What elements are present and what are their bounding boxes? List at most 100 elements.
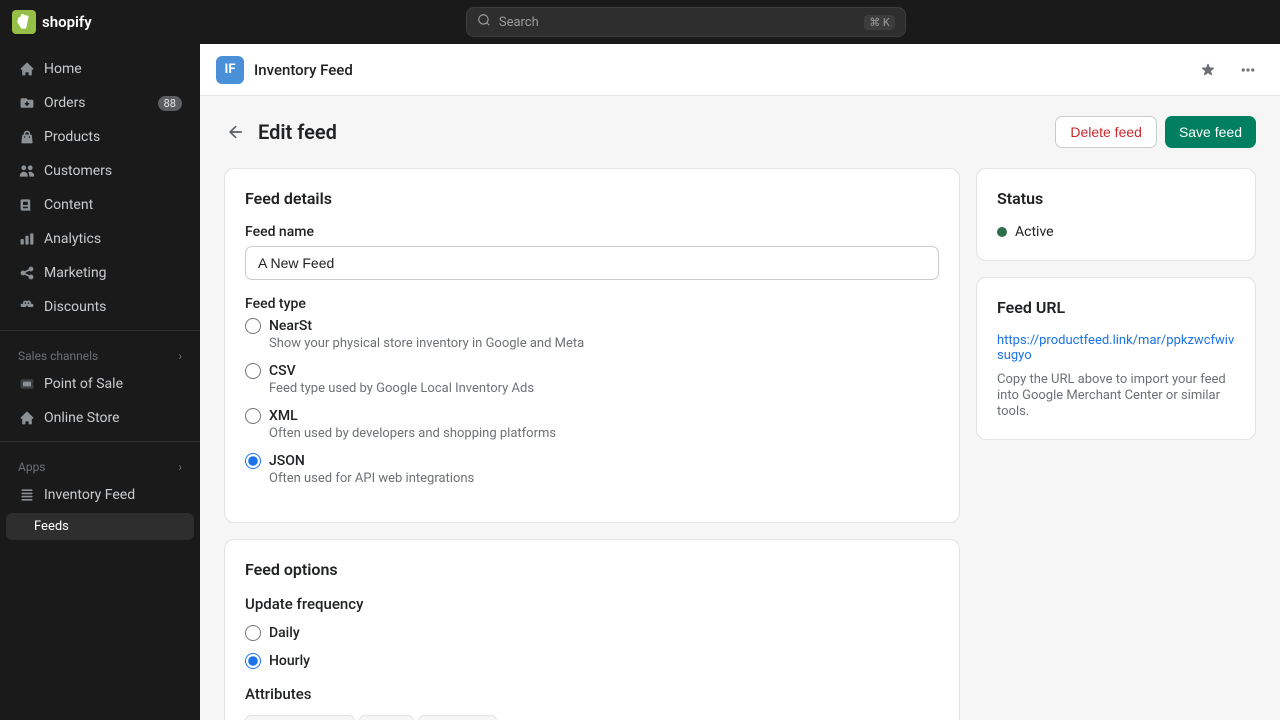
status-card-title: Status (997, 189, 1235, 208)
feed-type-nearst-text: NearSt (269, 318, 312, 334)
search-kbd: ⌘ K (864, 15, 895, 30)
sidebar-item-analytics-label: Analytics (44, 231, 101, 247)
status-dot (997, 227, 1007, 237)
sidebar-divider-1 (0, 330, 200, 331)
attribute-id: id (359, 715, 415, 720)
page-title: Edit feed (258, 120, 337, 144)
customers-icon (18, 162, 36, 180)
page-header-actions: Delete feed Save feed (1055, 116, 1256, 148)
back-button[interactable] (224, 120, 248, 144)
attribute-storename: storeName (245, 715, 355, 720)
update-frequency-group: Update frequency Daily (245, 595, 939, 669)
frequency-hourly-radio[interactable] (245, 653, 261, 669)
feed-type-json-text: JSON (269, 453, 305, 469)
feed-type-csv-radio[interactable] (245, 363, 261, 379)
sidebar: Home Orders 88 Products Customers Cont (0, 44, 200, 720)
page-content: Edit feed Delete feed Save feed Feed det… (200, 96, 1280, 720)
attribute-title: title (418, 715, 497, 720)
shopify-logo-icon (12, 10, 36, 34)
sidebar-item-inventory-feed-label: Inventory Feed (44, 487, 135, 503)
feed-type-json: JSON Often used for API web integrations (245, 453, 939, 486)
frequency-hourly-label[interactable]: Hourly (245, 653, 939, 669)
feed-type-nearst: NearSt Show your physical store inventor… (245, 318, 939, 351)
online-store-icon (18, 409, 36, 427)
delete-feed-button[interactable]: Delete feed (1055, 116, 1157, 148)
feed-type-label: Feed type (245, 296, 939, 312)
feed-url-desc: Copy the URL above to import your feed i… (997, 372, 1226, 419)
search-bar[interactable]: Search ⌘ K (466, 7, 906, 37)
sidebar-item-feeds[interactable]: Feeds (6, 513, 194, 540)
feed-type-json-desc: Often used for API web integrations (245, 471, 939, 486)
sidebar-item-discounts[interactable]: Discounts (6, 291, 194, 323)
feed-url-link[interactable]: https://productfeed.link/mar/ppkzwcfwivs… (997, 333, 1235, 363)
sidebar-item-analytics[interactable]: Analytics (6, 223, 194, 255)
feed-type-csv-desc: Feed type used by Google Local Inventory… (245, 381, 939, 396)
attributes-label: Attributes (245, 685, 939, 703)
sidebar-item-pos[interactable]: Point of Sale (6, 368, 194, 400)
sidebar-item-online-store-label: Online Store (44, 410, 120, 426)
sidebar-item-customers[interactable]: Customers (6, 155, 194, 187)
sidebar-item-home[interactable]: Home (6, 53, 194, 85)
expand-apps-icon[interactable]: › (178, 460, 182, 474)
feed-type-xml-desc: Often used by developers and shopping pl… (245, 426, 939, 441)
feed-options-title: Feed options (245, 560, 939, 579)
status-card: Status Active (976, 168, 1256, 261)
sidebar-item-marketing[interactable]: Marketing (6, 257, 194, 289)
sidebar-item-inventory-feed[interactable]: Inventory Feed (6, 479, 194, 511)
sidebar-item-products-label: Products (44, 129, 100, 145)
attributes-group: Attributes storeName id (245, 685, 939, 720)
feed-type-xml-radio[interactable] (245, 408, 261, 424)
products-icon (18, 128, 36, 146)
sidebar-item-content-label: Content (44, 197, 93, 213)
feed-details-card: Feed details Feed name Feed type (224, 168, 960, 523)
save-feed-button[interactable]: Save feed (1165, 116, 1256, 148)
feed-type-xml-label[interactable]: XML (245, 408, 939, 424)
sales-channels-label: Sales channels › (0, 337, 200, 367)
sidebar-item-orders-label: Orders (44, 95, 86, 111)
home-icon (18, 60, 36, 78)
sidebar-divider-2 (0, 441, 200, 442)
secondary-header-actions (1192, 54, 1264, 86)
feed-name-input[interactable] (245, 246, 939, 280)
feed-type-nearst-radio[interactable] (245, 318, 261, 334)
frequency-daily-label[interactable]: Daily (245, 625, 939, 641)
pin-button[interactable] (1192, 54, 1224, 86)
sidebar-item-online-store[interactable]: Online Store (6, 402, 194, 434)
feed-type-radio-group: NearSt Show your physical store inventor… (245, 318, 939, 486)
more-options-button[interactable] (1232, 54, 1264, 86)
feed-options-card: Feed options Update frequency Daily (224, 539, 960, 720)
sidebar-item-customers-label: Customers (44, 163, 112, 179)
expand-sales-channels-icon[interactable]: › (178, 349, 182, 363)
sidebar-item-content[interactable]: Content (6, 189, 194, 221)
layout: Home Orders 88 Products Customers Cont (0, 44, 1280, 720)
update-frequency-radio-group: Daily Hourly (245, 625, 939, 669)
pos-icon (18, 375, 36, 393)
sidebar-item-feeds-label: Feeds (34, 519, 69, 534)
sidebar-item-orders[interactable]: Orders 88 (6, 87, 194, 119)
sidebar-item-products[interactable]: Products (6, 121, 194, 153)
feed-type-csv-text: CSV (269, 363, 296, 379)
shopify-logo-text: shopify (42, 13, 92, 31)
frequency-daily-text: Daily (269, 625, 300, 641)
sidebar-item-pos-label: Point of Sale (44, 376, 123, 392)
feed-type-nearst-label[interactable]: NearSt (245, 318, 939, 334)
feed-name-label: Feed name (245, 224, 939, 240)
frequency-daily-radio[interactable] (245, 625, 261, 641)
feed-url-card-title: Feed URL (997, 298, 1235, 317)
content-icon (18, 196, 36, 214)
feed-type-json-label[interactable]: JSON (245, 453, 939, 469)
content-side: Status Active Feed URL https://productfe… (976, 168, 1256, 440)
content-grid: Feed details Feed name Feed type (224, 168, 1256, 720)
orders-badge: 88 (158, 96, 182, 111)
feed-type-json-radio[interactable] (245, 453, 261, 469)
apps-label: Apps › (0, 448, 200, 478)
secondary-header: IF Inventory Feed (200, 44, 1280, 96)
secondary-header-title: Inventory Feed (254, 61, 1182, 79)
page-header-left: Edit feed (224, 120, 337, 144)
status-row: Active (997, 224, 1235, 240)
frequency-hourly: Hourly (245, 653, 939, 669)
frequency-daily: Daily (245, 625, 939, 641)
page-header: Edit feed Delete feed Save feed (224, 116, 1256, 148)
feed-type-csv-label[interactable]: CSV (245, 363, 939, 379)
sidebar-item-discounts-label: Discounts (44, 299, 106, 315)
